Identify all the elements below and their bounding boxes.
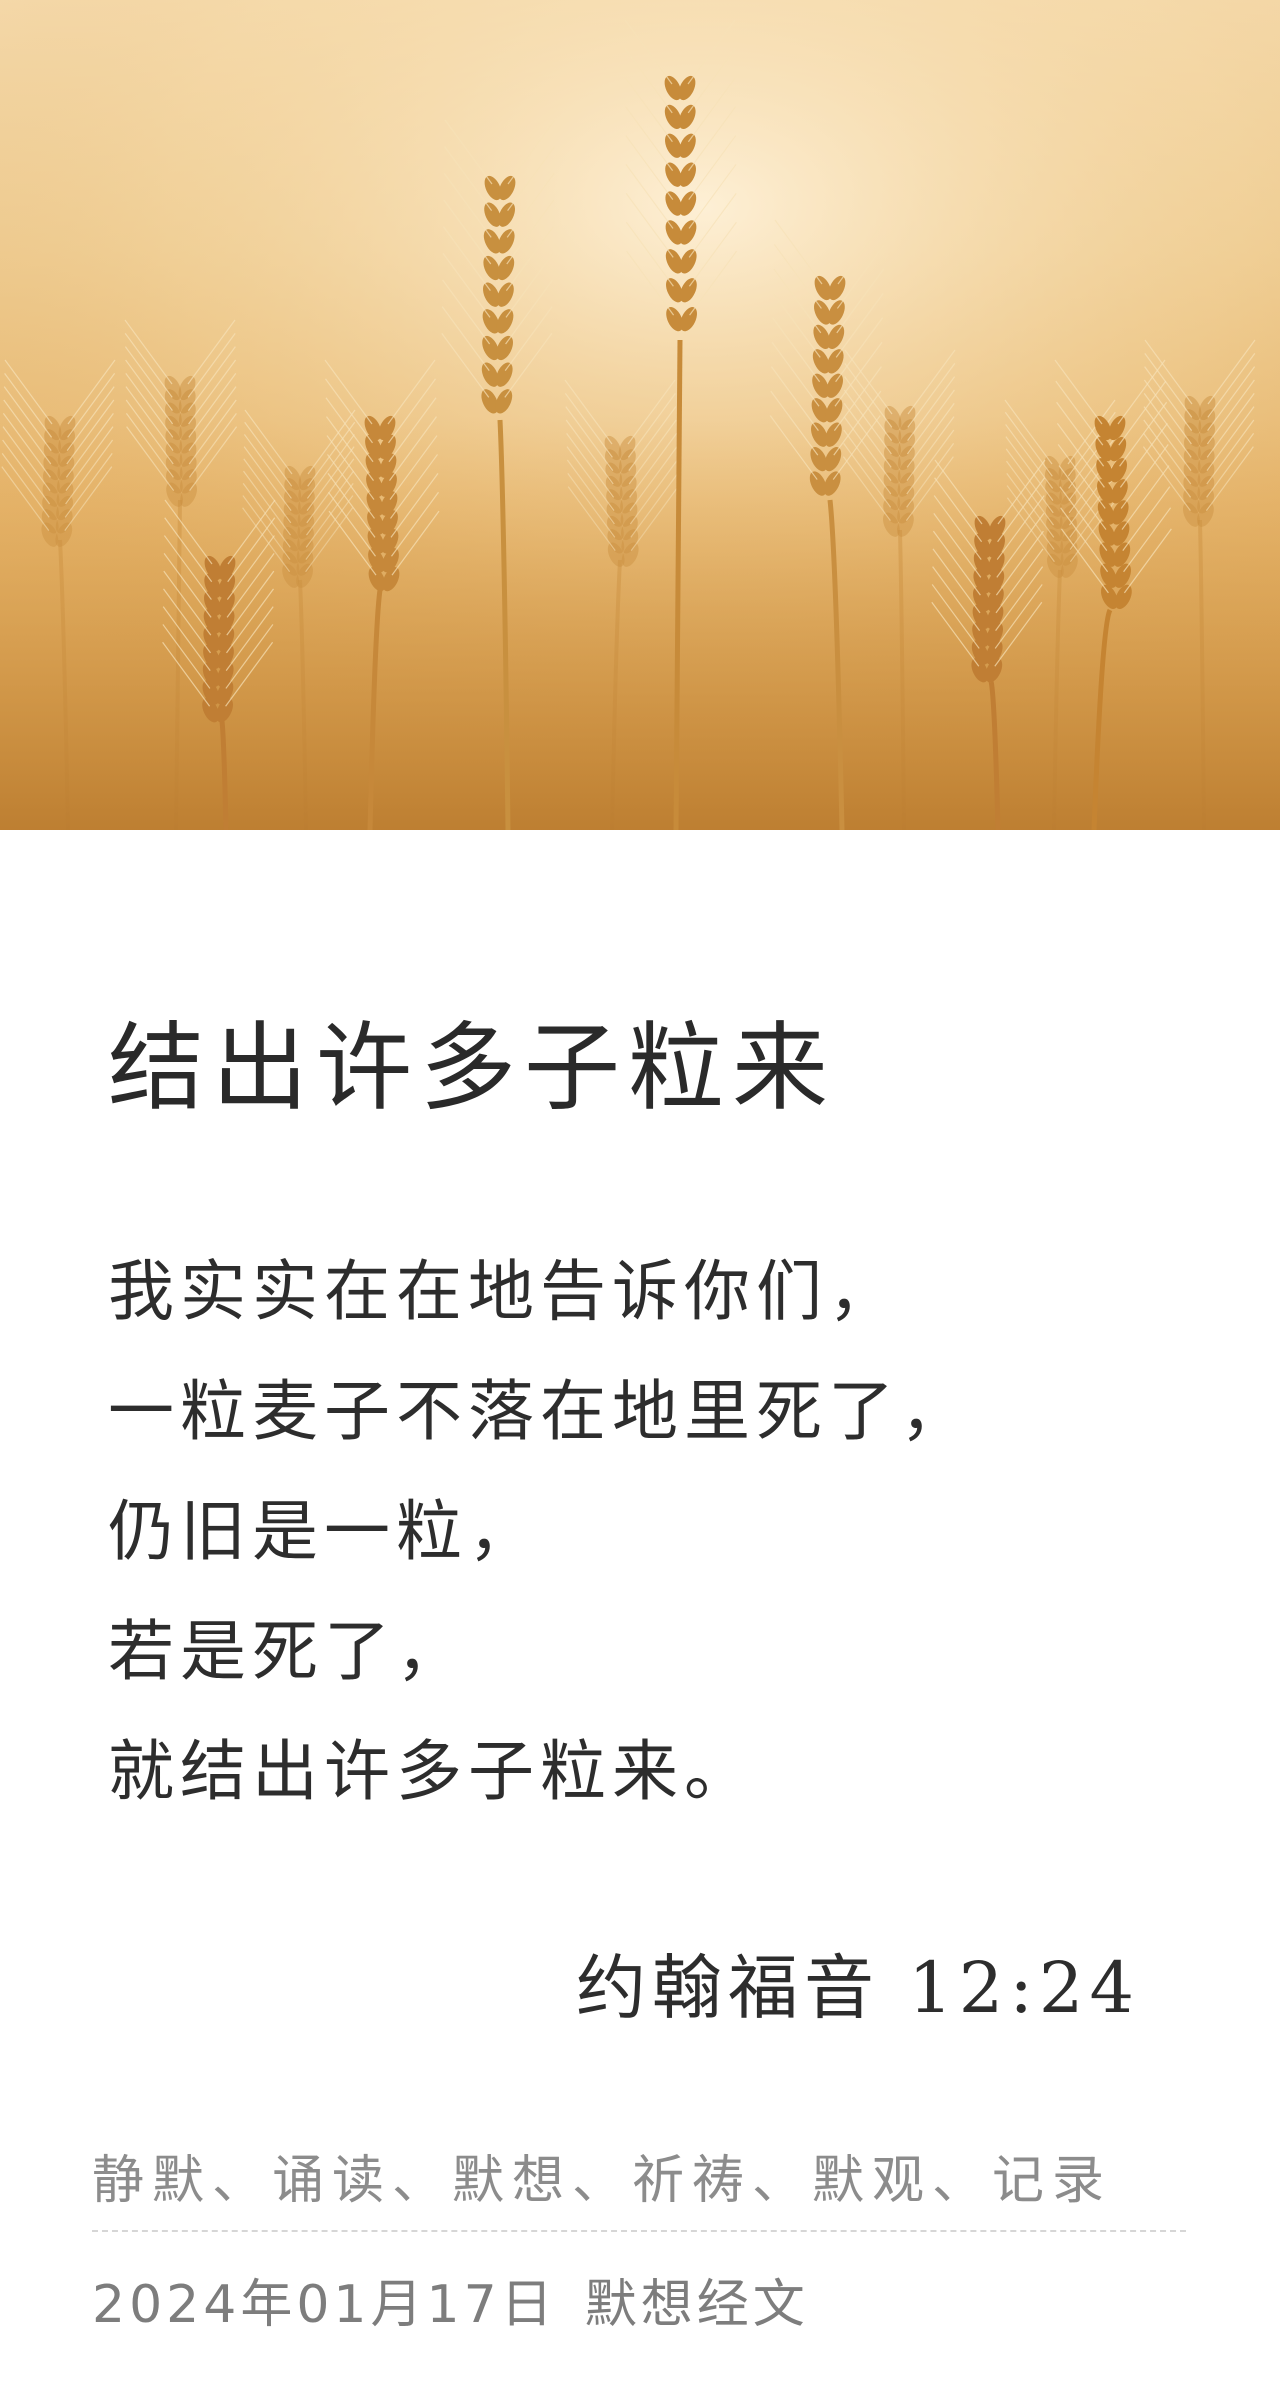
- post-category: 默想经文: [584, 2275, 809, 2335]
- verse-line: 若是死了，: [108, 1613, 468, 1690]
- verse-text: 我实实在在地告诉你们， 一粒麦子不落在地里死了， 仍旧是一粒， 若是死了， 就结…: [108, 1232, 972, 1832]
- verse-line: 一粒麦子不落在地里死了，: [108, 1373, 972, 1450]
- dashed-divider: [92, 2230, 1186, 2232]
- post-date: 2024年01月17日: [92, 2275, 557, 2335]
- verse-line: 仍旧是一粒，: [108, 1493, 540, 1570]
- practice-steps: 静默、诵读、默想、祈祷、默观、记录: [92, 2151, 1113, 2211]
- verse-line: 就结出许多子粒来。: [108, 1733, 756, 1810]
- footer-meta: 2024年01月17日 默想经文: [92, 2262, 809, 2337]
- scripture-reference: 约翰福音 12:24: [576, 1947, 1140, 2029]
- hero-wheat-image: [0, 0, 1280, 830]
- verse-line: 我实实在在地告诉你们，: [108, 1253, 900, 1330]
- wheat-field-illustration: [0, 0, 1280, 830]
- page-title: 结出许多子粒来: [108, 1012, 836, 1124]
